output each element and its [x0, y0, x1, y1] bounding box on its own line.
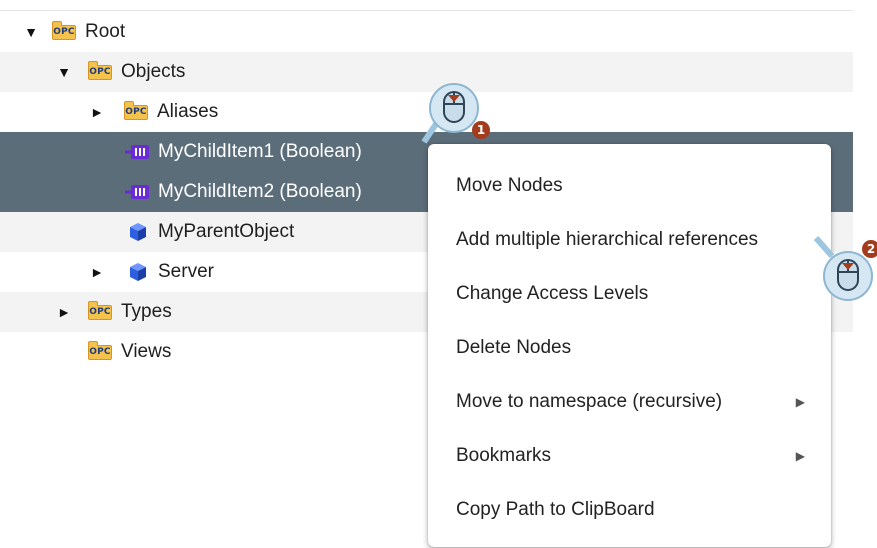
expand-arrow-icon[interactable]: ►: [57, 292, 71, 332]
opc-folder-icon: OPC: [88, 301, 112, 320]
collapse-arrow-icon[interactable]: ▼: [24, 12, 38, 52]
menu-item-move-to-namespace[interactable]: Move to namespace (recursive) ▶: [428, 375, 831, 429]
top-divider: [0, 10, 853, 11]
tree-node-label: Objects: [121, 61, 186, 82]
tree-node-label: Root: [85, 21, 126, 42]
menu-item-move-nodes[interactable]: Move Nodes: [428, 159, 831, 213]
opc-folder-icon: OPC: [52, 21, 76, 40]
menu-item-label: Move Nodes: [456, 175, 563, 196]
tree-node-label: MyParentObject: [158, 221, 295, 242]
variable-icon: [124, 142, 149, 162]
expand-arrow-icon[interactable]: ►: [90, 252, 104, 292]
menu-item-label: Bookmarks: [456, 445, 552, 466]
menu-item-add-hierarchical-references[interactable]: Add multiple hierarchical references: [428, 213, 831, 267]
opc-folder-icon: OPC: [88, 61, 112, 80]
menu-item-delete-nodes[interactable]: Delete Nodes: [428, 321, 831, 375]
menu-item-label: Move to namespace (recursive): [456, 391, 723, 412]
object-cube-icon: [128, 222, 152, 242]
tree-node-label: Aliases: [157, 101, 219, 122]
menu-item-label: Change Access Levels: [456, 283, 649, 304]
menu-item-label: Delete Nodes: [456, 337, 572, 358]
step-badge-1: 1: [472, 121, 490, 139]
opc-folder-icon: OPC: [124, 101, 148, 120]
expand-arrow-icon[interactable]: ►: [90, 92, 104, 132]
menu-item-label: Copy Path to ClipBoard: [456, 499, 655, 520]
menu-item-copy-path[interactable]: Copy Path to ClipBoard: [428, 483, 831, 537]
submenu-arrow-icon: ▶: [795, 449, 805, 463]
menu-item-label: Add multiple hierarchical references: [456, 229, 759, 250]
context-menu: Move Nodes Add multiple hierarchical ref…: [428, 144, 831, 547]
tree-node-label: Types: [121, 301, 172, 322]
collapse-arrow-icon[interactable]: ▼: [57, 52, 71, 92]
tree-node-label: MyChildItem1 (Boolean): [158, 141, 362, 162]
variable-icon: [124, 182, 149, 202]
opc-folder-icon: OPC: [88, 341, 112, 360]
menu-item-change-access-levels[interactable]: Change Access Levels: [428, 267, 831, 321]
mouse-right-click-icon: [421, 83, 479, 144]
submenu-arrow-icon: ▶: [795, 395, 805, 409]
tree-node-root[interactable]: ▼ OPC Root: [0, 12, 853, 52]
tree-node-label: Server: [158, 261, 214, 282]
menu-item-bookmarks[interactable]: Bookmarks ▶: [428, 429, 831, 483]
step-badge-2: 2: [862, 240, 877, 258]
object-cube-icon: [128, 262, 152, 282]
tree-node-label: MyChildItem2 (Boolean): [158, 181, 362, 202]
tree-node-label: Views: [121, 341, 172, 362]
right-click-callout-1: 1: [418, 80, 490, 150]
click-callout-2: 2: [812, 232, 877, 310]
